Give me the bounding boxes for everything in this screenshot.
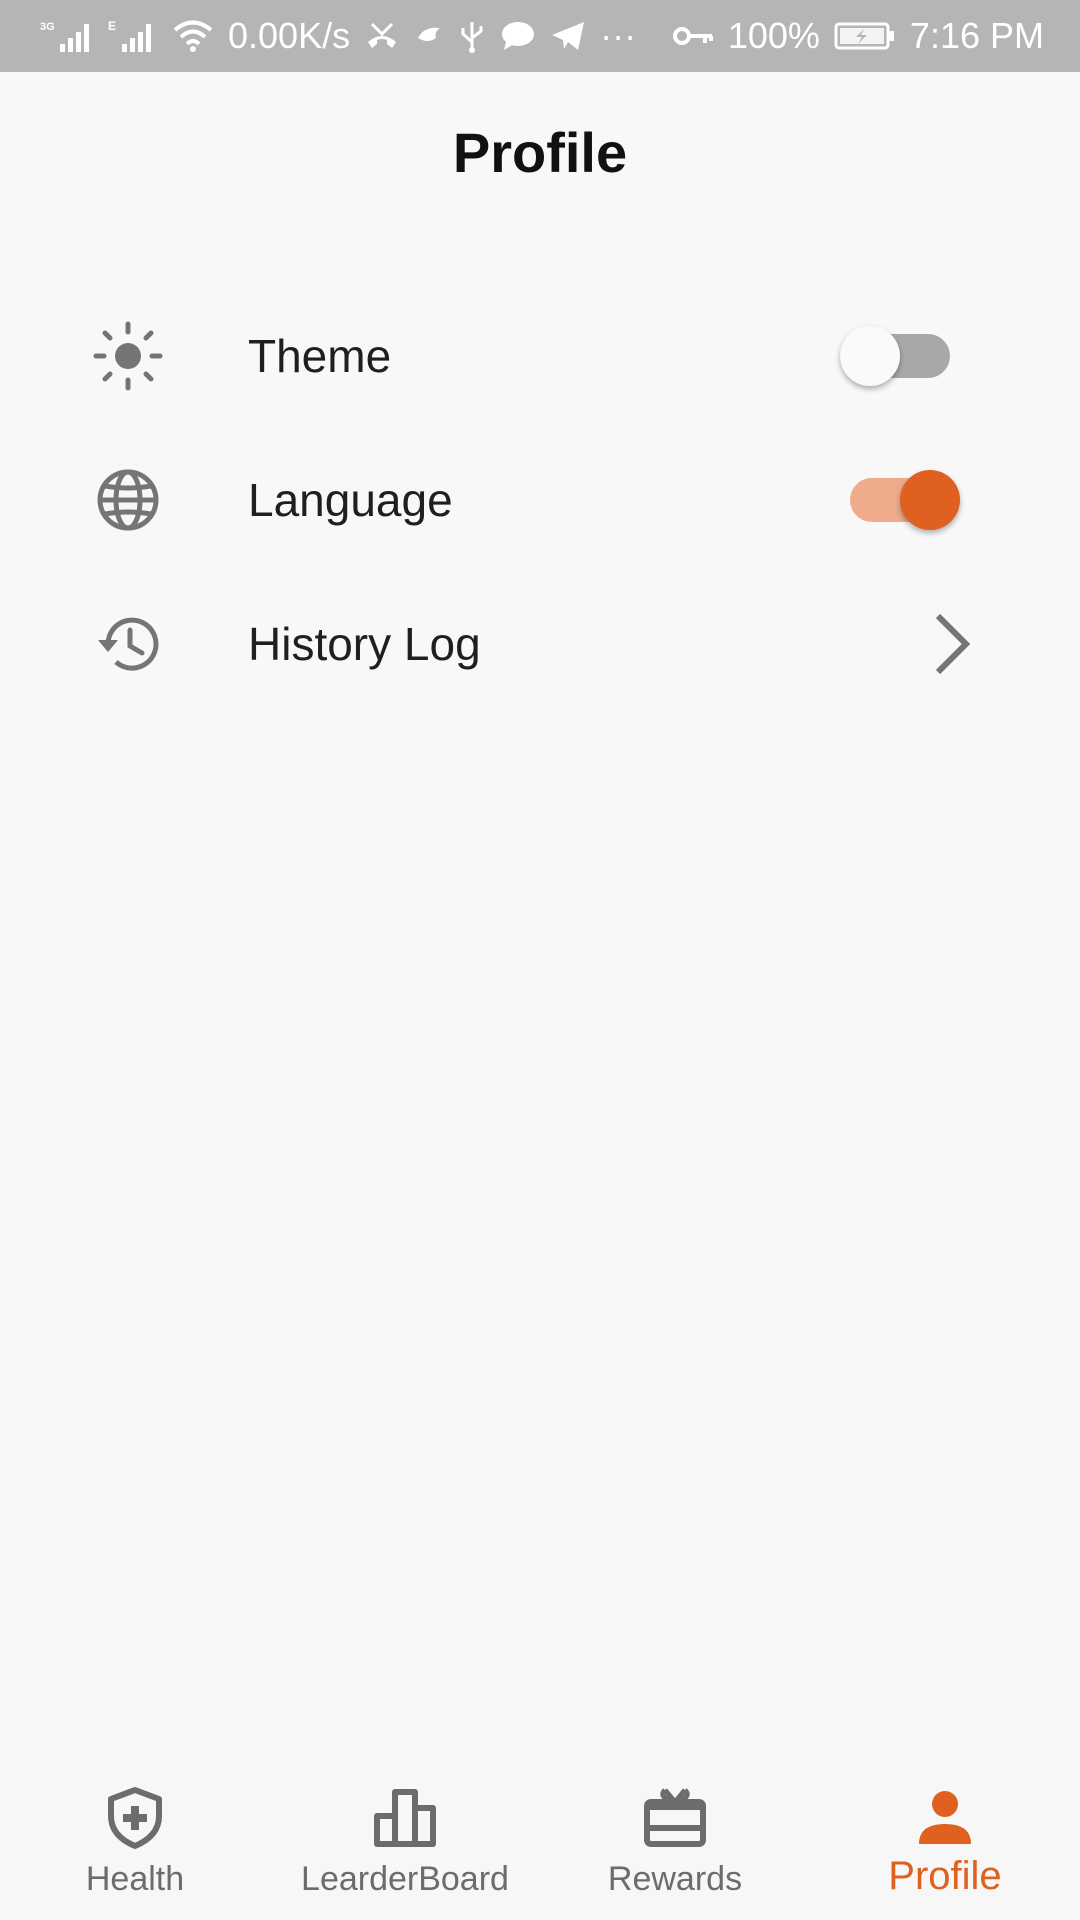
history-icon bbox=[92, 608, 164, 680]
page-title: Profile bbox=[452, 120, 628, 184]
sun-icon bbox=[92, 320, 164, 392]
theme-toggle[interactable] bbox=[840, 326, 950, 386]
theme-label: Theme bbox=[248, 330, 392, 382]
theme-row[interactable]: Theme bbox=[0, 284, 1080, 428]
signal-3g-icon: 3G bbox=[40, 18, 94, 54]
language-row[interactable]: Language bbox=[0, 428, 1080, 572]
svg-text:3G: 3G bbox=[40, 21, 55, 33]
settings-list: Theme Language History Log bbox=[0, 284, 1080, 716]
language-toggle-knob bbox=[900, 470, 960, 530]
leaderboard-icon bbox=[369, 1782, 441, 1854]
language-label: Language bbox=[248, 474, 453, 526]
history-log-label: History Log bbox=[248, 618, 481, 670]
message-icon bbox=[500, 18, 536, 54]
gift-card-icon bbox=[639, 1782, 711, 1854]
language-toggle[interactable] bbox=[850, 470, 960, 530]
status-bar-right: 100% 7:16 PM bbox=[672, 15, 1044, 57]
clock: 7:16 PM bbox=[909, 15, 1044, 56]
theme-toggle-knob bbox=[840, 326, 900, 386]
person-icon bbox=[909, 1782, 981, 1854]
globe-icon bbox=[92, 464, 164, 536]
vpn-key-icon bbox=[672, 18, 714, 54]
missed-call-icon bbox=[364, 18, 400, 54]
status-bar-left: 3G E 0.00K/s ··· bbox=[40, 15, 636, 57]
nav-health[interactable]: Health bbox=[0, 1752, 270, 1920]
status-bar: 3G E 0.00K/s ··· 100% 7:16 PM bbox=[0, 0, 1080, 72]
wifi-icon bbox=[172, 18, 214, 54]
battery-percent: 100% bbox=[727, 15, 820, 56]
shield-plus-icon bbox=[99, 1782, 171, 1854]
nav-rewards[interactable]: Rewards bbox=[540, 1752, 810, 1920]
telegram-icon bbox=[550, 18, 586, 54]
usb-icon bbox=[458, 18, 486, 54]
chevron-right-icon[interactable] bbox=[928, 612, 976, 676]
history-log-row[interactable]: History Log bbox=[0, 572, 1080, 716]
more-notifications-icon: ··· bbox=[600, 15, 637, 56]
nav-leaderboard[interactable]: LearderBoard bbox=[270, 1752, 540, 1920]
nav-profile[interactable]: Profile bbox=[810, 1752, 1080, 1920]
signal-e-icon: E bbox=[108, 18, 158, 54]
nav-leaderboard-label: LearderBoard bbox=[301, 1860, 509, 1898]
svg-text:E: E bbox=[108, 19, 116, 33]
battery-charging-icon bbox=[834, 18, 896, 54]
network-speed: 0.00K/s bbox=[228, 15, 351, 56]
nav-profile-label: Profile bbox=[888, 1854, 1002, 1898]
app-header: Profile bbox=[0, 72, 1080, 242]
nav-rewards-label: Rewards bbox=[607, 1860, 743, 1898]
bird-icon bbox=[414, 18, 444, 54]
bottom-navigation: Health LearderBoard Rewards Profile bbox=[0, 1752, 1080, 1920]
nav-health-label: Health bbox=[85, 1860, 185, 1898]
